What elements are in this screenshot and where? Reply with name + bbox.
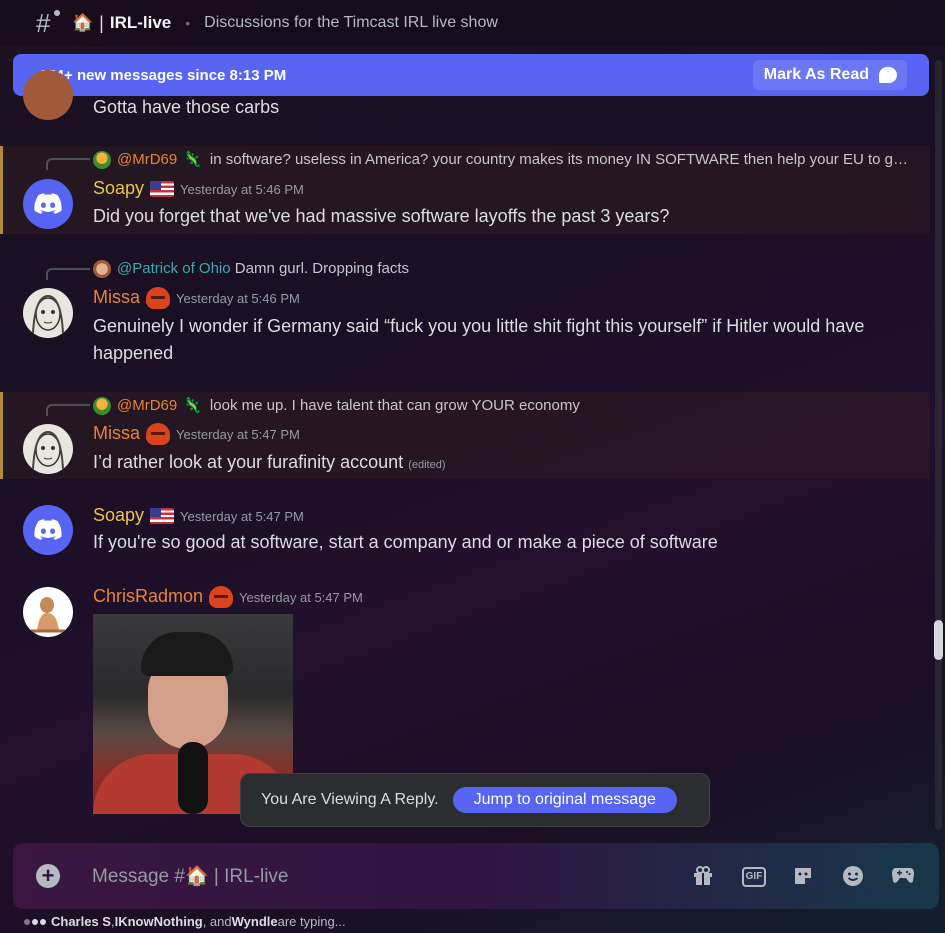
reply-avatar [93,151,111,170]
new-messages-bar[interactable]: 154+ new messages since 8:13 PM Mark As … [13,54,929,96]
mark-read-icon [879,67,897,83]
mark-as-read-button[interactable]: Mark As Read [752,60,907,90]
us-flag-icon [150,508,175,525]
reply-username[interactable]: @Patrick of Ohio [117,260,231,277]
us-flag-icon [150,181,175,198]
message-header: Soapy Yesterday at 5:47 PM [93,505,304,526]
message-input[interactable]: Message #🏠 | IRL-live [92,864,289,888]
text-channel-hash-icon: # [36,8,64,39]
username[interactable]: Soapy [93,178,144,198]
message-content: Did you forget that we've had massive so… [93,206,670,226]
channel-header: # 🏠 | IRL-live • Discussions for the Tim… [0,0,945,46]
sticker-icon[interactable] [791,865,815,889]
reply-connector [46,268,90,280]
reply-text: look me up. I have talent that can grow … [209,397,580,414]
message-item[interactable]: @Patrick of Ohio Damn gurl. Dropping fac… [0,256,930,372]
reply-preview[interactable]: @MrD69 🦎 in software? useless in America? … [93,150,913,170]
typing-separator: , and [202,914,232,929]
timestamp: Yesterday at 5:47 PM [239,589,363,605]
message-header: Soapy Yesterday at 5:46 PM [93,178,304,199]
message-item[interactable]: Soapy Yesterday at 5:47 PM If you're so g… [0,500,930,564]
message-header: Missa Yesterday at 5:47 PM [93,423,300,446]
reply-avatar [93,260,111,279]
message-item[interactable]: @MrD69 🦎 in software? useless in America? … [0,146,930,234]
discord-logo-icon [34,193,62,214]
avatar[interactable] [23,70,73,120]
message-content: If you're so good at software, start a c… [93,532,718,552]
jump-to-original-button[interactable]: Jump to original message [452,787,677,813]
activity-icon[interactable] [891,865,915,889]
viewing-reply-text: You Are Viewing A Reply. [261,791,439,808]
typing-dot [32,918,38,925]
timestamp: Yesterday at 5:47 PM [180,508,304,524]
avatar[interactable] [23,424,73,474]
avatar[interactable] [23,587,73,637]
typing-dot [24,918,30,925]
message-header: ChrisRadmon Yesterday at 5:47 PM [93,586,363,609]
scrollbar-track[interactable] [935,60,942,830]
typing-user: Wyndle [231,914,278,929]
angry-face-icon [146,423,171,446]
message-text: I’d rather look at your furafinity accou… [93,452,404,472]
username[interactable]: Missa [93,423,140,443]
avatar[interactable] [23,505,73,555]
gift-icon[interactable] [691,865,715,889]
timestamp: Yesterday at 5:46 PM [176,290,300,306]
add-icon[interactable]: + [36,864,60,888]
message-list-scrollbar[interactable] [933,60,944,830]
avatar[interactable] [23,179,73,229]
new-messages-text: 154+ new messages since 8:13 PM [39,66,287,84]
channel-topic[interactable]: Discussions for the Timcast IRL live sho… [204,14,498,32]
avatar[interactable] [23,288,73,338]
timestamp: Yesterday at 5:46 PM [180,181,304,197]
house-icon: 🏠 [72,13,94,32]
reply-username[interactable]: @MrD69 [117,397,177,414]
angry-face-icon [209,586,234,609]
message-composer[interactable]: + Message #🏠 | IRL-live GIF [13,843,939,909]
typing-user: Charles S [51,914,111,929]
angry-face-icon [146,287,171,310]
typing-user: IKnowNothing [114,914,203,929]
message-content: Genuinely I wonder if Germany said “fuck… [93,316,865,363]
lizard-icon: 🦎 [183,397,202,414]
reply-avatar [93,397,111,416]
reply-text: in software? useless in America? your co… [209,151,913,168]
reply-preview[interactable]: @MrD69 🦎 look me up. I have talent that ca… [93,396,913,416]
username[interactable]: ChrisRadmon [93,586,203,606]
typing-dot [40,918,46,925]
username[interactable]: Soapy [93,505,144,525]
username[interactable]: Missa [93,287,140,307]
lizard-icon: 🦎 [183,151,202,168]
channel-name-separator: | [99,12,104,33]
message-item[interactable]: @MrD69 🦎 look me up. I have talent that ca… [0,392,930,479]
reply-preview[interactable]: @Patrick of Ohio Damn gurl. Dropping fac… [93,260,913,279]
message-item[interactable]: Gotta have those carbs [0,70,930,136]
discord-logo-icon [34,519,62,540]
emoji-icon[interactable] [841,865,865,889]
timestamp: Yesterday at 5:47 PM [176,426,300,442]
scrollbar-thumb[interactable] [934,620,943,660]
typing-suffix: are typing... [277,914,346,929]
typing-indicator: Charles S, IKnowNothing, and Wyndle are … [24,914,346,929]
viewing-reply-toast: You Are Viewing A Reply. Jump to origina… [240,773,710,827]
reply-connector [46,404,90,416]
reply-username[interactable]: @MrD69 [117,151,177,168]
message-header: Missa Yesterday at 5:46 PM [93,287,300,310]
mark-as-read-label: Mark As Read [763,66,869,83]
reply-text: Damn gurl. Dropping facts [234,260,410,277]
message-content: Gotta have those carbs [93,97,280,117]
edited-tag: (edited) [408,459,446,471]
channel-name: IRL-live [109,13,172,32]
reply-connector [46,158,90,170]
gif-icon[interactable]: GIF [742,867,766,887]
message-content: I’d rather look at your furafinity accou… [93,449,893,479]
topic-separator-dot: • [185,15,191,31]
